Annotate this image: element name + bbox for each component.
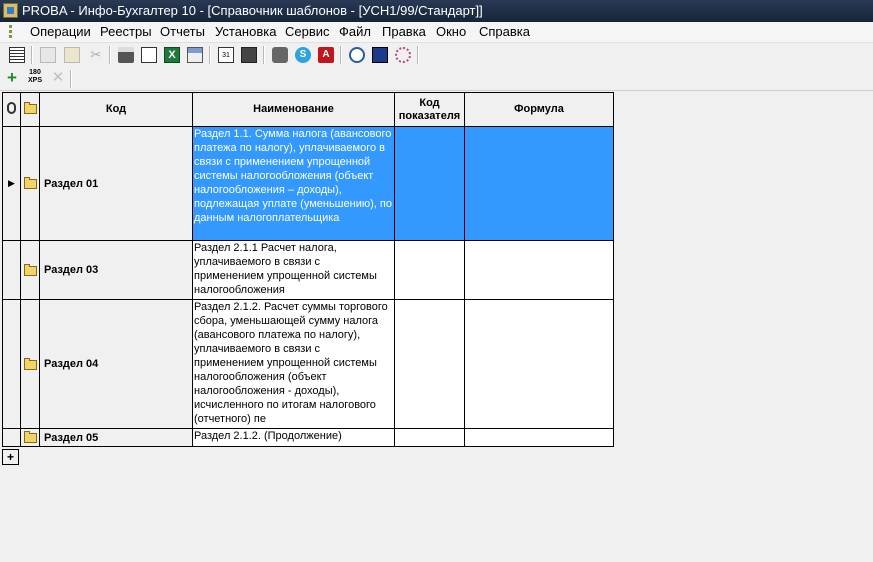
header-code[interactable]: Код: [39, 92, 193, 127]
cut-icon[interactable]: ✂: [88, 47, 104, 63]
grid-toolbar: + 180 XPS ✕: [0, 68, 873, 91]
toolbar-separator: [340, 46, 342, 64]
tools-icon[interactable]: [272, 47, 288, 63]
add-row-button[interactable]: +: [2, 449, 19, 465]
gear-icon[interactable]: [395, 47, 411, 63]
table-row[interactable]: Раздел 04 Раздел 2.1.2. Расчет суммы тор…: [2, 299, 614, 429]
row-formula[interactable]: [464, 126, 614, 241]
row-name[interactable]: Раздел 2.1.2. Расчет суммы торгового сбо…: [192, 299, 395, 429]
templates-table: Код Наименование Код показателя Формула …: [2, 92, 614, 447]
row-name[interactable]: Раздел 2.1.2. (Продолжение): [192, 428, 395, 447]
folder-icon: [23, 431, 37, 444]
row-kod[interactable]: [394, 126, 465, 241]
menu-setup[interactable]: Установка: [215, 24, 276, 39]
menu-bar: Операции Реестры Отчеты Установка Сервис…: [0, 22, 873, 43]
row-kod[interactable]: [394, 428, 465, 447]
rotate-icon[interactable]: 180 XPS: [25, 69, 45, 89]
table-row[interactable]: ▶ Раздел 01 Раздел 1.1. Сумма налога (ав…: [2, 126, 614, 241]
row-code[interactable]: Раздел 04: [39, 299, 193, 429]
compass-icon[interactable]: [349, 47, 365, 63]
row-name[interactable]: Раздел 2.1.1 Расчет налога, уплачиваемог…: [192, 240, 395, 300]
folder-icon: [23, 357, 37, 370]
row-formula[interactable]: [464, 428, 614, 447]
toolbar-separator: [263, 46, 265, 64]
row-formula[interactable]: [464, 240, 614, 300]
header-indicator[interactable]: [2, 92, 21, 127]
menu-window[interactable]: Окно: [436, 24, 466, 39]
skype-icon[interactable]: S: [295, 47, 311, 63]
table-header-row: Код Наименование Код показателя Формула: [2, 92, 614, 127]
header-formula[interactable]: Формула: [464, 92, 614, 127]
copy-icon[interactable]: [40, 47, 56, 63]
folder-icon: [23, 263, 37, 276]
menu-edit[interactable]: Правка: [382, 24, 426, 39]
menu-service[interactable]: Сервис: [285, 24, 330, 39]
adobe-icon[interactable]: A: [318, 47, 334, 63]
print-icon[interactable]: [118, 47, 134, 63]
row-code[interactable]: Раздел 05: [39, 428, 193, 447]
toolbar-separator: [109, 46, 111, 64]
note-icon[interactable]: [372, 47, 388, 63]
row-indicator[interactable]: [2, 428, 21, 447]
header-folder[interactable]: [20, 92, 40, 127]
row-indicator[interactable]: [2, 240, 21, 300]
row-folder[interactable]: [20, 240, 40, 300]
row-code[interactable]: Раздел 01: [39, 126, 193, 241]
folder-icon: [23, 102, 37, 115]
row-kod[interactable]: [394, 240, 465, 300]
app-icon[interactable]: [3, 3, 18, 18]
toolbar-separator: [31, 46, 33, 64]
menu-registers[interactable]: Реестры: [100, 24, 152, 39]
add-icon[interactable]: +: [4, 69, 20, 86]
row-code[interactable]: Раздел 03: [39, 240, 193, 300]
menu-file[interactable]: Файл: [339, 24, 371, 39]
header-kod[interactable]: Код показателя: [394, 92, 465, 127]
row-folder[interactable]: [20, 126, 40, 241]
main-toolbar: ✂ X 31 S A: [0, 43, 873, 69]
toolbar-separator: [209, 46, 211, 64]
header-name[interactable]: Наименование: [192, 92, 395, 127]
folder-icon: [23, 177, 37, 190]
grid-area: Код Наименование Код показателя Формула …: [0, 91, 873, 562]
row-folder[interactable]: [20, 299, 40, 429]
table-row[interactable]: Раздел 05 Раздел 2.1.2. (Продолжение): [2, 428, 614, 447]
print-preview-icon[interactable]: [141, 47, 157, 63]
list-view-icon[interactable]: [9, 47, 25, 63]
row-kod[interactable]: [394, 299, 465, 429]
row-indicator-arrow[interactable]: ▶: [2, 126, 21, 241]
menu-reports[interactable]: Отчеты: [160, 24, 205, 39]
calculator-icon[interactable]: [241, 47, 257, 63]
excel-icon[interactable]: X: [164, 47, 180, 63]
title-bar: PROBA - Инфо-Бухгалтер 10 - [Справочник …: [0, 0, 873, 22]
window-title: PROBA - Инфо-Бухгалтер 10 - [Справочник …: [22, 3, 483, 18]
toolbar-separator: [417, 46, 419, 64]
delete-icon[interactable]: ✕: [50, 70, 66, 86]
calendar-icon[interactable]: 31: [218, 47, 234, 63]
report-icon[interactable]: [187, 47, 203, 63]
menu-operations[interactable]: Операции: [30, 24, 91, 39]
toolbar-separator: [70, 70, 72, 88]
row-indicator[interactable]: [2, 299, 21, 429]
clip-icon: [7, 101, 16, 114]
row-name[interactable]: Раздел 1.1. Сумма налога (авансового пла…: [192, 126, 395, 241]
menu-help[interactable]: Справка: [479, 24, 530, 39]
row-formula[interactable]: [464, 299, 614, 429]
paste-icon[interactable]: [64, 47, 80, 63]
menu-grip-icon: [9, 25, 15, 39]
row-folder[interactable]: [20, 428, 40, 447]
table-row[interactable]: Раздел 03 Раздел 2.1.1 Расчет налога, уп…: [2, 240, 614, 300]
